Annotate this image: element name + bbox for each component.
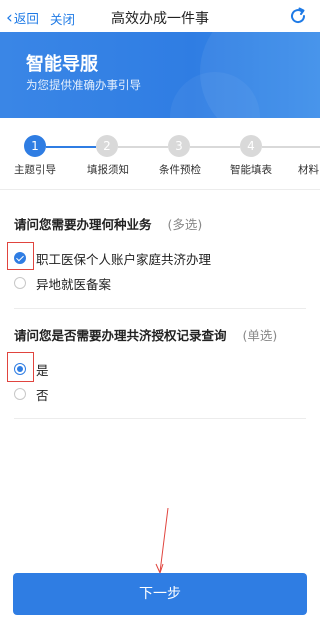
question-2-hint: (单选) <box>242 328 278 343</box>
divider <box>14 418 306 419</box>
question-2: 请问您是否需要办理共济授权记录查询 (单选) <box>14 325 277 344</box>
step-4-label: 智能填表 <box>230 164 272 176</box>
banner: 智能导服 为您提供准确办事引导 <box>0 32 320 118</box>
step-2-label: 填报须知 <box>87 164 129 176</box>
question-1-text: 请问您需要办理何种业务 <box>14 217 152 232</box>
next-button[interactable]: 下一步 <box>13 573 307 615</box>
option-label: 异地就医备案 <box>36 276 112 292</box>
question-1-hint: (多选) <box>167 217 203 232</box>
question-2-text: 请问您是否需要办理共济授权记录查询 <box>14 328 227 343</box>
radio-checked[interactable] <box>14 363 26 375</box>
radio-unchecked[interactable] <box>14 388 26 400</box>
step-1-circle: 1 <box>24 135 46 157</box>
option-yes[interactable]: 是 <box>14 359 49 379</box>
step-connector <box>118 146 168 148</box>
step-5-label: 材料 <box>298 164 319 176</box>
step-connector <box>190 146 240 148</box>
banner-subtitle: 为您提供准确办事引导 <box>26 78 141 92</box>
step-connector <box>262 146 320 148</box>
option-no[interactable]: 否 <box>14 384 49 404</box>
banner-title: 智能导服 <box>26 54 98 75</box>
step-connector <box>46 146 96 148</box>
step-1-label: 主题引导 <box>14 164 56 176</box>
step-2-circle: 2 <box>96 135 118 157</box>
option-medical-family[interactable]: 职工医保个人账户家庭共济办理 <box>14 248 211 268</box>
divider <box>0 189 320 190</box>
checkbox-checked[interactable] <box>14 252 26 264</box>
step-4-circle: 4 <box>240 135 262 157</box>
option-label: 职工医保个人账户家庭共济办理 <box>36 251 212 267</box>
option-remote-medical[interactable]: 异地就医备案 <box>14 273 111 293</box>
step-indicator: 1 2 3 4 主题引导 填报须知 条件预检 智能填表 材料 <box>0 135 320 180</box>
refresh-icon[interactable] <box>288 6 308 26</box>
divider <box>14 308 306 309</box>
option-label: 否 <box>36 387 49 403</box>
option-label: 是 <box>36 362 49 378</box>
step-3-label: 条件预检 <box>159 164 201 176</box>
page-title: 高效办成一件事 <box>111 11 209 27</box>
top-bar: ‹ 返回 关闭 高效办成一件事 <box>0 0 320 32</box>
question-1: 请问您需要办理何种业务 (多选) <box>14 214 202 233</box>
checkbox-unchecked[interactable] <box>14 277 26 289</box>
step-3-circle: 3 <box>168 135 190 157</box>
